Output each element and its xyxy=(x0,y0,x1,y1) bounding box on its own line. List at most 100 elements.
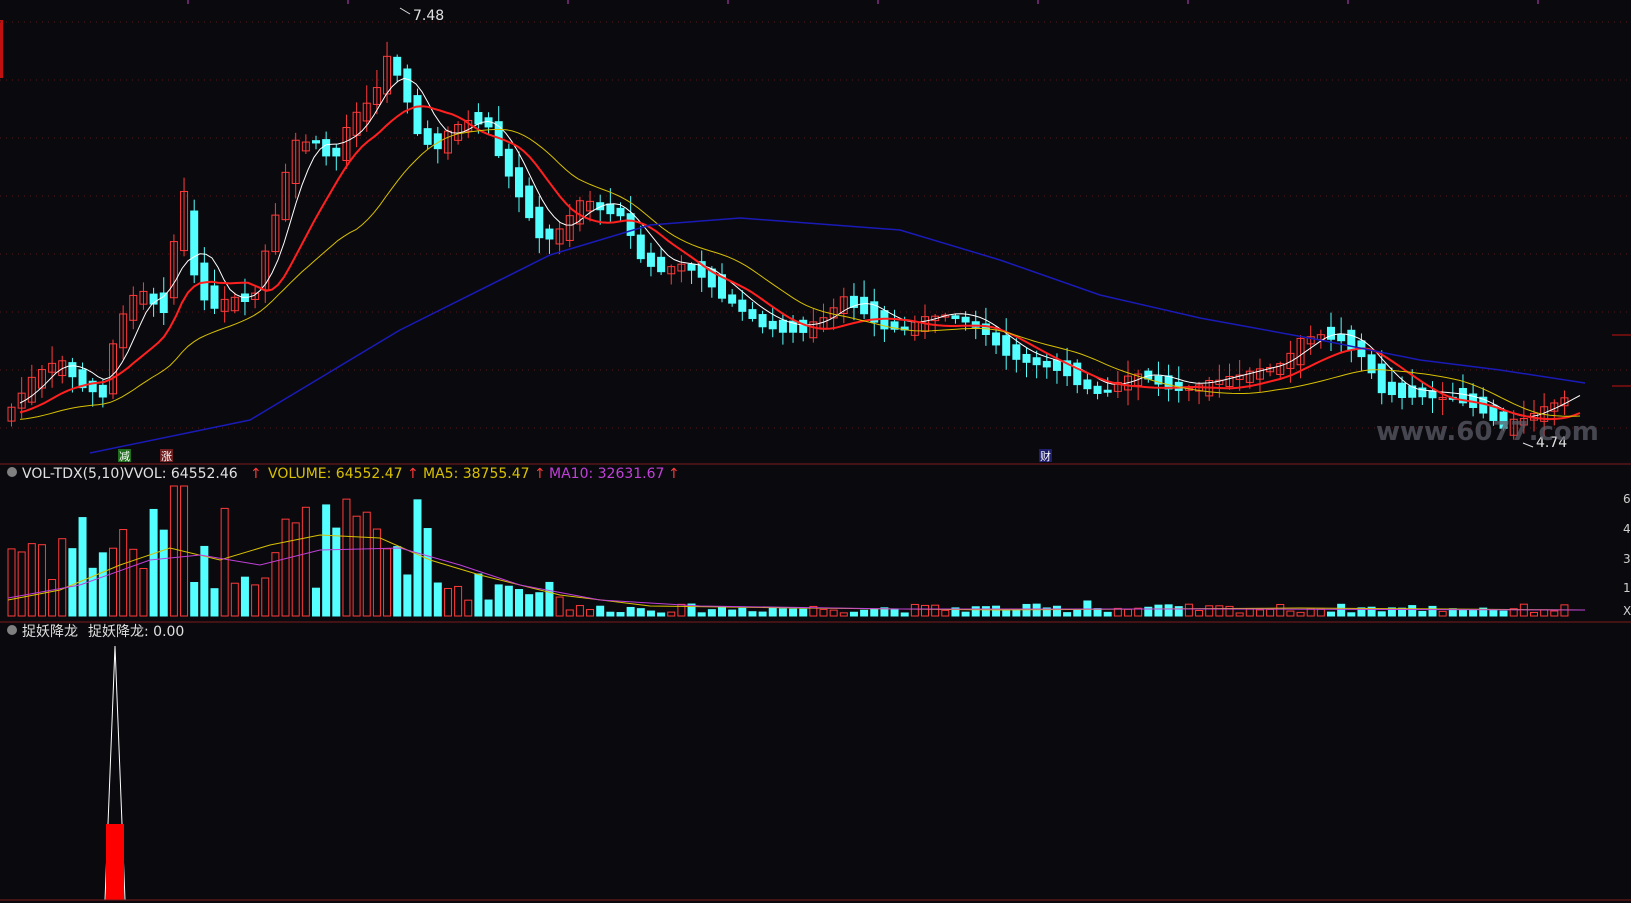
stock-chart: 7.48 4.74 www.6077.com 减 涨 财 VOL-TDX(5,1… xyxy=(0,0,1631,903)
volume-bar-down xyxy=(1012,609,1021,617)
volume-bar-down xyxy=(870,608,879,617)
vol-ma10-value: MA10: 32631.67 xyxy=(549,466,664,482)
candle-down xyxy=(951,315,960,320)
chart-background xyxy=(0,0,1631,903)
event-tag-2[interactable]: 涨 xyxy=(161,450,172,463)
volume-bar-down xyxy=(657,612,666,617)
volume-bar-down xyxy=(738,607,747,617)
volume-bar-down xyxy=(1499,610,1508,617)
volume-bar-down xyxy=(1428,605,1437,617)
vol-axis-label-1: 6 xyxy=(1623,492,1631,506)
volume-bar-down xyxy=(190,582,199,617)
candle-down xyxy=(738,299,747,312)
candle-down xyxy=(728,294,737,304)
vol-ma10-arrow: ↑ xyxy=(668,466,680,482)
volume-bar-down xyxy=(1073,608,1082,617)
candle-down xyxy=(68,362,77,378)
volume-bar-down xyxy=(616,612,625,617)
indicator-signal-bar xyxy=(106,824,124,900)
volume-bar-down xyxy=(849,611,858,617)
candle-down xyxy=(646,252,655,267)
volume-bar-down xyxy=(768,607,777,617)
indicator-name[interactable]: 捉妖降龙 xyxy=(22,624,78,640)
volume-bar-down xyxy=(504,585,513,617)
vol-axis-label-4: 1 xyxy=(1623,581,1631,595)
volume-bar-down xyxy=(1174,606,1183,617)
volume-bar-down xyxy=(525,594,534,617)
vvol-value: VVOL: 64552.46 xyxy=(124,466,238,482)
candle-down xyxy=(190,210,199,276)
volume-bar-down xyxy=(799,608,808,617)
candle-down xyxy=(1083,379,1092,390)
candle-down xyxy=(515,167,523,198)
left-edge-marker xyxy=(0,20,3,78)
volume-value: VOLUME: 64552.47 xyxy=(268,466,403,482)
volume-bar-down xyxy=(312,587,320,617)
volume-bar-down xyxy=(697,612,706,617)
candle-down xyxy=(504,148,513,177)
volume-bar-down xyxy=(210,588,219,617)
volume-bar-down xyxy=(68,548,77,617)
volume-bar-down xyxy=(1347,612,1356,617)
candle-down xyxy=(1327,326,1335,340)
volume-bar-down xyxy=(1052,605,1061,617)
candle-down xyxy=(860,296,869,315)
volume-collapse-icon[interactable] xyxy=(7,467,17,477)
candle-down xyxy=(322,139,331,157)
volume-bar-down xyxy=(728,609,737,617)
volume-bar-down xyxy=(890,608,899,617)
vol-axis-label-5: X xyxy=(1623,604,1631,618)
volume-bar-down xyxy=(1337,603,1346,617)
candle-down xyxy=(657,256,666,273)
candle-down xyxy=(636,234,645,260)
candle-down xyxy=(474,112,483,125)
candle-down xyxy=(1042,360,1051,368)
volume-bar-down xyxy=(1377,611,1386,617)
volume-bar-down xyxy=(789,608,798,617)
volume-bar-down xyxy=(545,581,554,617)
volume-bar-down xyxy=(1154,604,1163,617)
volume-bar-down xyxy=(758,611,767,617)
volume-bar-down xyxy=(1002,610,1011,617)
candle-down xyxy=(1032,357,1041,366)
volume-bar-down xyxy=(1083,600,1092,617)
volume-arrow: ↑ xyxy=(407,466,419,482)
candle-down xyxy=(1387,381,1396,396)
candle-down xyxy=(423,128,432,145)
volume-indicator-name[interactable]: VOL-TDX(5,10) xyxy=(22,466,125,482)
volume-bar-down xyxy=(606,611,615,617)
volume-bar-down xyxy=(636,608,645,617)
volume-bar-down xyxy=(1103,611,1112,617)
volume-bar-down xyxy=(159,529,168,617)
volume-bar-down xyxy=(1489,609,1498,617)
volume-bar-down xyxy=(98,552,107,617)
volume-bar-down xyxy=(413,499,422,617)
candle-down xyxy=(606,203,615,215)
volume-bar-down xyxy=(860,609,869,617)
candle-down xyxy=(799,319,808,333)
candle-down xyxy=(413,95,422,135)
volume-bar-down xyxy=(149,508,158,617)
event-tag-3[interactable]: 财 xyxy=(1040,449,1051,463)
candle-down xyxy=(992,332,1001,346)
candle-down xyxy=(616,207,625,217)
volume-bar-down xyxy=(433,582,442,617)
vol-axis-label-3: 3 xyxy=(1623,552,1631,566)
volume-bar-down xyxy=(322,504,331,617)
indicator-value: 捉妖降龙: 0.00 xyxy=(88,624,184,640)
volume-bar-down xyxy=(240,576,249,617)
volume-bar-down xyxy=(748,611,757,617)
candle-down xyxy=(1022,353,1031,363)
candle-down xyxy=(1002,335,1011,356)
candle-down xyxy=(210,285,219,309)
candle-down xyxy=(312,140,320,144)
volume-bar-down xyxy=(596,605,605,617)
volume-bar-down xyxy=(1458,609,1467,617)
candle-down xyxy=(778,319,787,333)
volume-bar-down xyxy=(971,606,980,617)
indicator-collapse-icon[interactable] xyxy=(7,625,17,635)
event-tag-1[interactable]: 减 xyxy=(119,450,130,463)
candle-down xyxy=(1398,382,1407,398)
volume-bar-down xyxy=(1063,612,1072,617)
candle-down xyxy=(1103,389,1112,393)
